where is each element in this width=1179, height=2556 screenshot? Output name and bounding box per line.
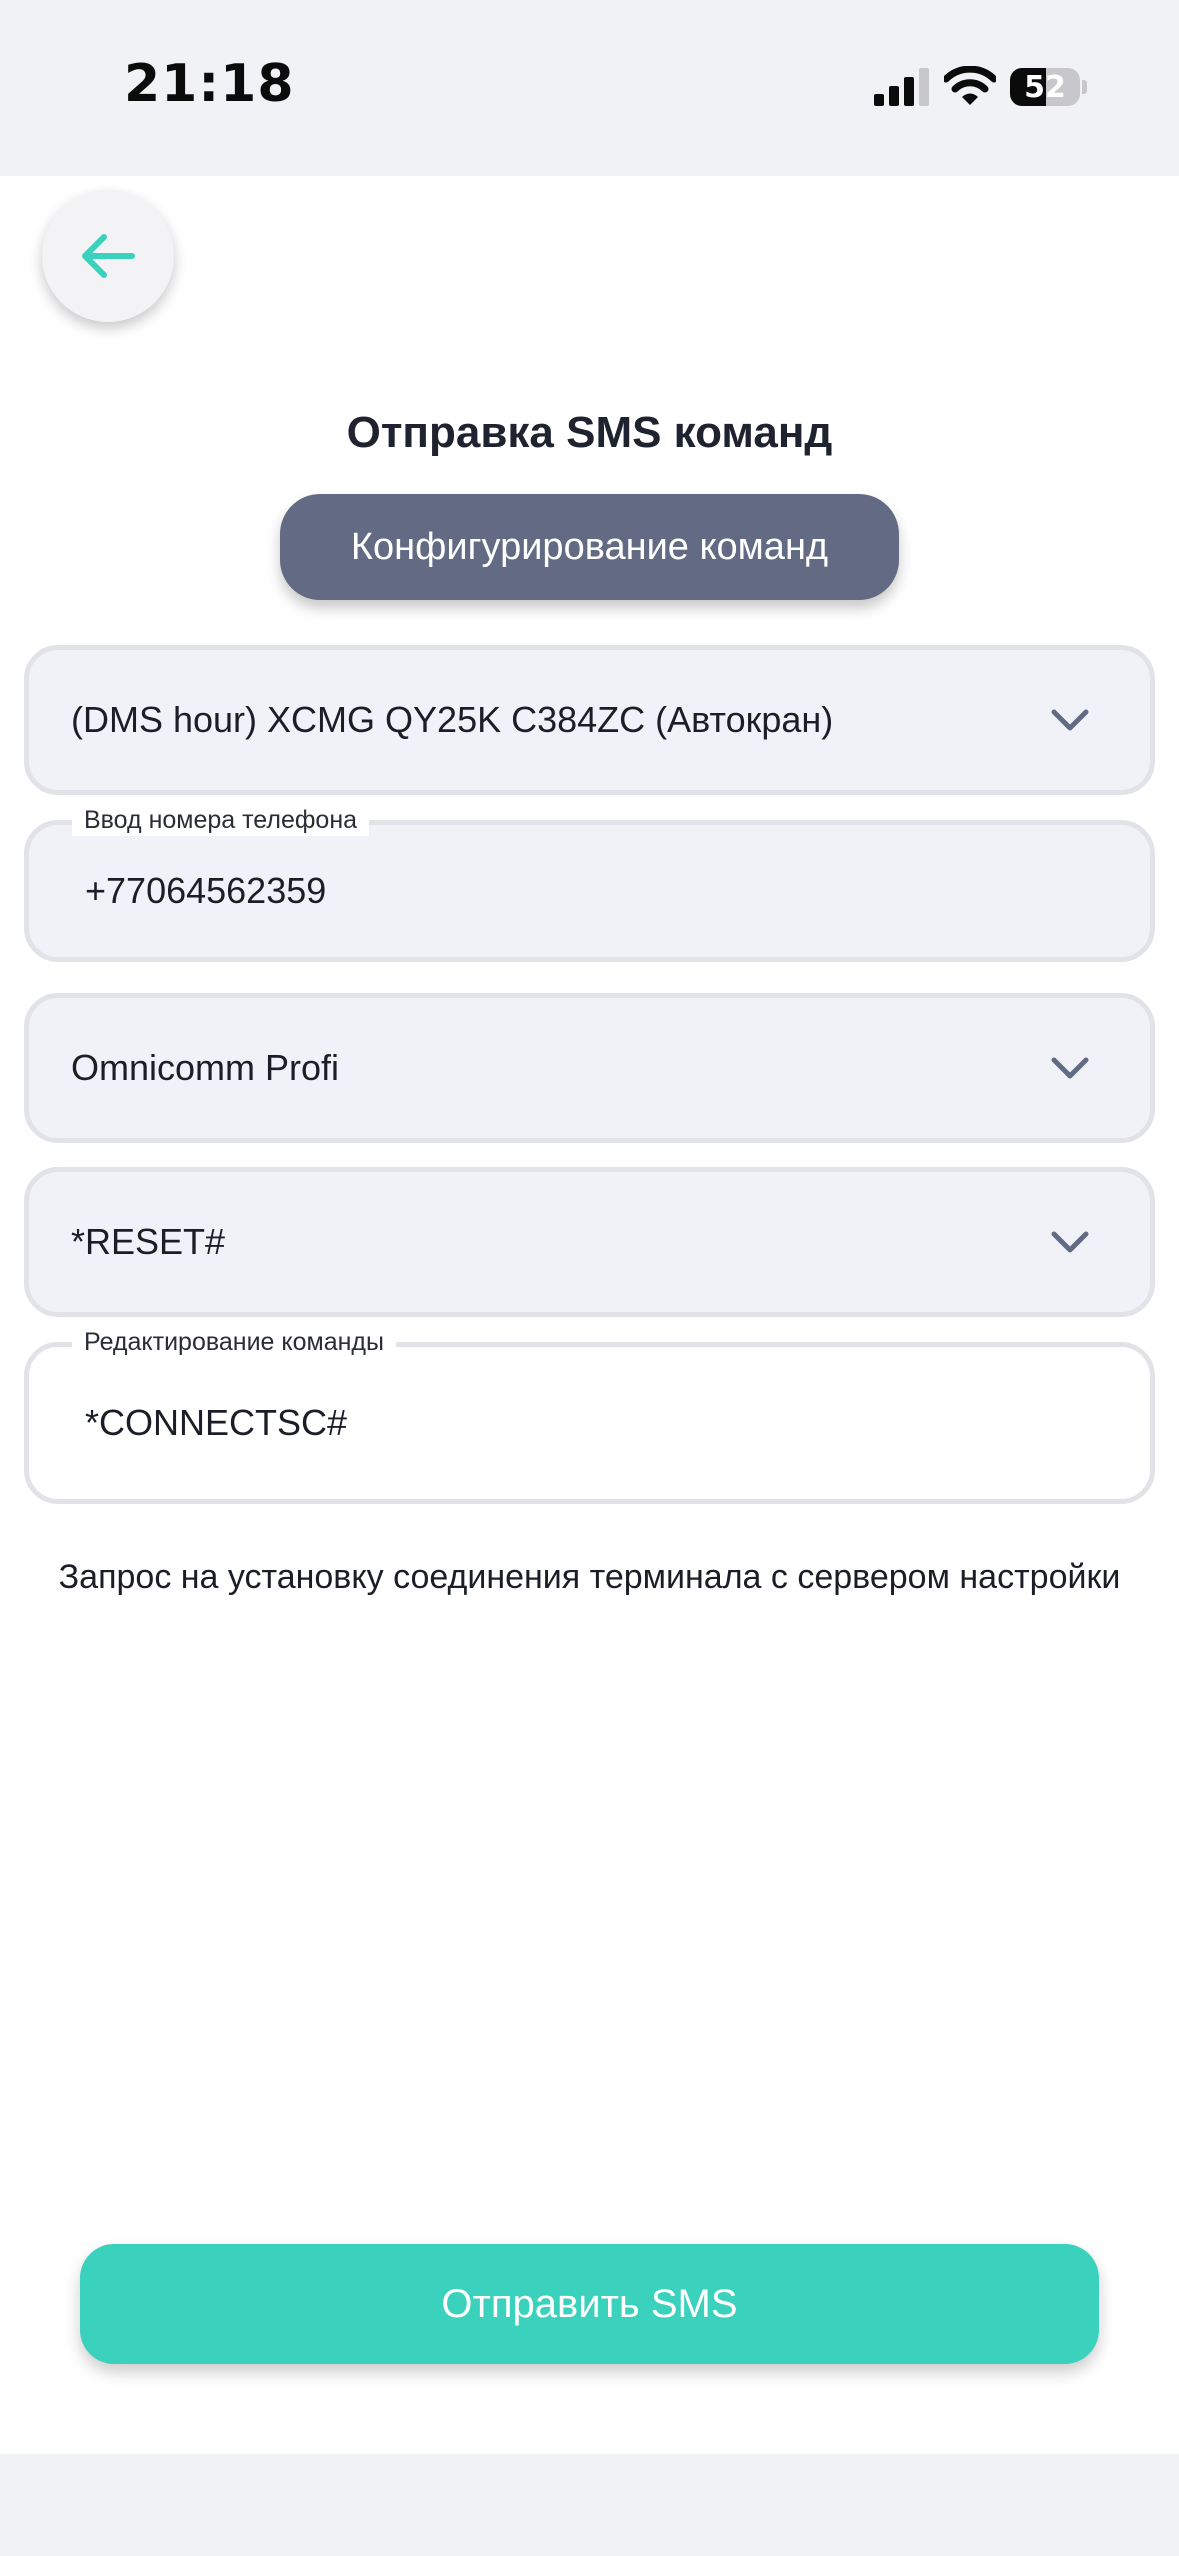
vehicle-select-value: (DMS hour) XCMG QY25K C384ZC (Автокран): [71, 699, 834, 740]
back-button[interactable]: [42, 190, 174, 322]
command-edit-input[interactable]: *CONNECTSC#: [24, 1342, 1155, 1504]
page-title: Отправка SMS команд: [346, 408, 833, 457]
command-select-value: *RESET#: [71, 1221, 226, 1262]
command-edit-value: *CONNECTSC#: [85, 1402, 348, 1443]
wifi-icon: [944, 66, 996, 105]
arrow-left-icon: [82, 234, 135, 278]
command-select[interactable]: *RESET#: [24, 1167, 1155, 1317]
bottom-bar: [0, 2454, 1179, 2556]
terminal-select[interactable]: Omnicomm Profi: [24, 993, 1155, 1143]
status-time: 21:18: [124, 54, 295, 114]
signal-icon: [874, 68, 929, 106]
command-edit-label: Редактирование команды: [72, 1326, 396, 1358]
phone-input-value: +77064562359: [85, 870, 327, 911]
configure-commands-button[interactable]: Конфигурирование команд: [280, 494, 899, 600]
chevron-down-icon: [1051, 1231, 1089, 1253]
chevron-down-icon: [1051, 1057, 1089, 1079]
battery-level: 52: [1024, 69, 1066, 105]
status-bar: 21:18 52: [0, 0, 1179, 176]
sms-commands-screen: 21:18 52 Отправка SMS команд Конфигуриро…: [0, 0, 1179, 2556]
vehicle-select[interactable]: (DMS hour) XCMG QY25K C384ZC (Автокран): [24, 645, 1155, 795]
send-sms-button[interactable]: Отправить SMS: [80, 2244, 1099, 2364]
chevron-down-icon: [1051, 709, 1089, 731]
battery-icon: 52: [1010, 68, 1080, 106]
phone-input[interactable]: +77064562359: [24, 820, 1155, 962]
command-description: Запрос на установку соединения терминала…: [58, 1558, 1121, 1596]
terminal-select-value: Omnicomm Profi: [71, 1047, 340, 1088]
phone-input-label: Ввод номера телефона: [72, 804, 370, 836]
battery-cap: [1082, 80, 1087, 94]
